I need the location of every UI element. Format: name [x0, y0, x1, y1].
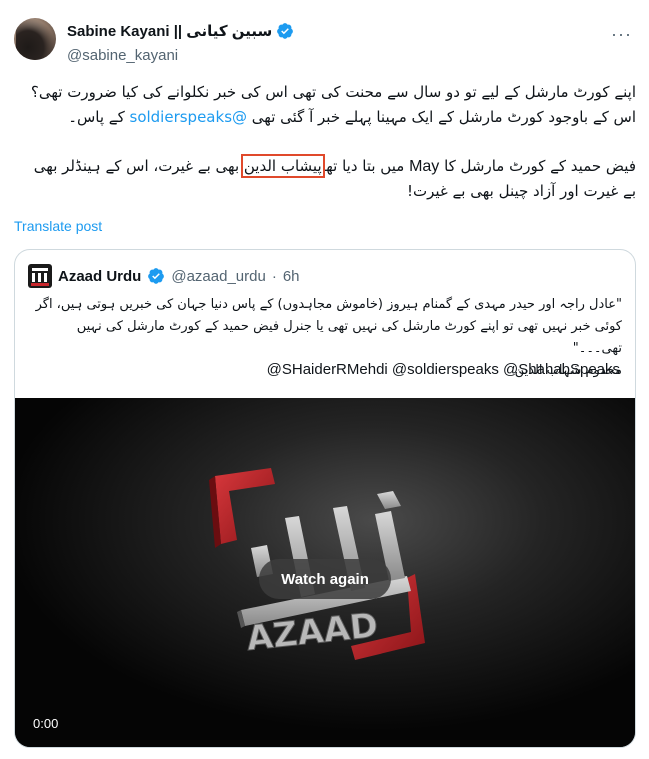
- post-text: اپنے کورٹ مارشل کے لیے تو دو سال سے محنت…: [14, 80, 636, 204]
- post-text-segment: فیض حمید کے کورٹ مارشل کا: [439, 157, 636, 175]
- quoted-text-line: کوئی خبر نہیں تھی تو اپنے کورٹ مارشل کی …: [76, 319, 622, 356]
- post-text-segment: اپنے کورٹ مارشل کے لیے تو دو سال سے محنت…: [30, 83, 636, 101]
- quoted-text-line: "عادل راجہ اور حیدر مہدی کے گمنام ہیروز …: [35, 297, 622, 312]
- post-text-segment: اس کے باوجود کورٹ مارشل کے ایک مہینا پہل…: [247, 108, 636, 126]
- author-name-row: Sabine Kayani || سبین کیانی: [67, 22, 294, 40]
- author-name[interactable]: Sabine Kayani || سبین کیانی: [67, 22, 272, 40]
- post-text-segment: May: [409, 158, 440, 175]
- mention-link[interactable]: @soldierspeaks: [130, 108, 248, 126]
- highlighted-word: پیشاب الدین: [240, 154, 325, 178]
- separator-dot: ·: [271, 267, 277, 285]
- quoted-author-handle: @azaad_urdu: [171, 267, 266, 285]
- post-text-segment: میں بتا دیا تھا: [321, 157, 410, 175]
- more-icon[interactable]: ···: [611, 24, 632, 45]
- post-header: Sabine Kayani || سبین کیانی @sabine_kaya…: [14, 14, 636, 70]
- post-text-segment: کے پاس۔: [68, 108, 130, 126]
- post-text-line: اپنے کورٹ مارشل کے لیے تو دو سال سے محنت…: [14, 80, 636, 105]
- translate-post-link[interactable]: Translate post: [14, 218, 102, 234]
- post-text-line: فیض حمید کے کورٹ مارشل کا May میں بتا دی…: [14, 154, 636, 179]
- post-text-line: بے غیرت اور آزاد چینل بھی بے غیرت!: [14, 179, 636, 204]
- video-player[interactable]: AZAAD Watch again 0:00: [15, 398, 635, 747]
- quoted-post-mentions[interactable]: @SHaiderRMehdi @soldierspeaks @ShahabSpe…: [267, 361, 620, 378]
- quoted-author-avatar[interactable]: [28, 264, 52, 288]
- video-timecode: 0:00: [33, 716, 59, 731]
- author-handle[interactable]: @sabine_kayani: [67, 47, 178, 64]
- post-text-segment: بھی بے غیرت، اس کے ہینڈلر بھی: [33, 157, 244, 175]
- verified-badge-icon: [148, 268, 165, 284]
- quoted-post[interactable]: Azaad Urdu @azaad_urdu · 6h "عادل راجہ ا…: [14, 249, 636, 748]
- watch-again-button[interactable]: Watch again: [259, 559, 391, 599]
- post-text-segment: بے غیرت اور آزاد چینل بھی بے غیرت!: [406, 182, 636, 200]
- quoted-post-header: Azaad Urdu @azaad_urdu · 6h: [28, 264, 300, 288]
- quoted-author-name[interactable]: Azaad Urdu: [58, 268, 141, 285]
- post-text-line: اس کے باوجود کورٹ مارشل کے ایک مہینا پہل…: [14, 105, 636, 130]
- author-avatar[interactable]: [14, 18, 56, 60]
- quoted-post-time[interactable]: 6h: [283, 268, 300, 285]
- verified-badge-icon: [277, 23, 294, 39]
